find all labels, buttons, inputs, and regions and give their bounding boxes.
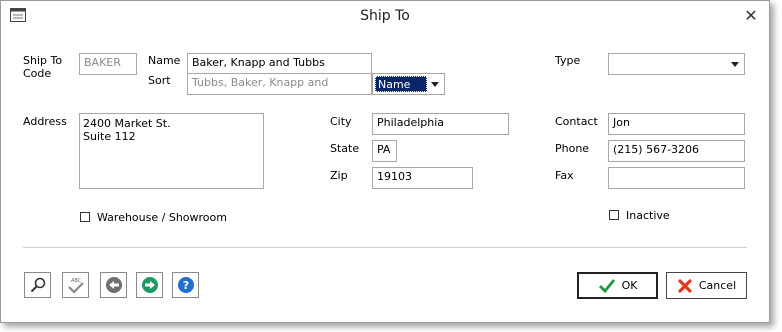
type-select[interactable] bbox=[608, 53, 745, 75]
name-field[interactable]: Baker, Knapp and Tubbs bbox=[187, 53, 372, 75]
magnifier-icon bbox=[30, 277, 45, 293]
state-label: State bbox=[330, 142, 360, 155]
contact-label: Contact bbox=[555, 115, 598, 128]
ship-to-code-label: Ship To Code bbox=[23, 54, 62, 80]
ok-button-label: OK bbox=[621, 279, 638, 292]
ship-to-dialog: Ship To ✕ Ship To Code BAKER Name Baker,… bbox=[0, 0, 770, 323]
svg-text:?: ? bbox=[182, 279, 188, 292]
city-field[interactable]: Philadelphia bbox=[372, 113, 509, 135]
cancel-button[interactable]: Cancel bbox=[666, 272, 747, 299]
state-field[interactable]: PA bbox=[372, 140, 397, 162]
window-title: Ship To bbox=[360, 8, 410, 24]
chevron-down-icon bbox=[431, 82, 439, 87]
sort-label: Sort bbox=[148, 74, 171, 87]
help-icon: ? bbox=[177, 277, 194, 293]
previous-button[interactable] bbox=[100, 272, 127, 298]
title-bar: Ship To ✕ bbox=[1, 1, 769, 31]
red-x-icon bbox=[678, 278, 692, 293]
ship-to-code-label-line2: Code bbox=[23, 67, 52, 80]
back-icon bbox=[105, 277, 122, 293]
close-icon[interactable]: ✕ bbox=[741, 6, 761, 26]
find-button[interactable] bbox=[24, 272, 51, 298]
inactive-label: Inactive bbox=[626, 209, 670, 222]
zip-field[interactable]: 19103 bbox=[372, 167, 473, 189]
forward-icon bbox=[141, 277, 158, 293]
checkmark-icon bbox=[598, 278, 615, 293]
city-label: City bbox=[330, 115, 352, 128]
ship-to-code-label-line1: Ship To bbox=[23, 54, 63, 67]
phone-field[interactable]: (215) 567-3206 bbox=[608, 140, 745, 162]
address-label: Address bbox=[23, 115, 67, 128]
divider bbox=[23, 247, 747, 248]
warehouse-label: Warehouse / Showroom bbox=[97, 211, 227, 224]
address-line2: Suite 112 bbox=[83, 130, 136, 143]
help-button[interactable]: ? bbox=[172, 272, 199, 298]
phone-label: Phone bbox=[555, 142, 590, 155]
svg-text:ABC: ABC bbox=[71, 278, 82, 284]
type-label: Type bbox=[555, 54, 581, 67]
spellcheck-button[interactable]: ABC bbox=[62, 272, 89, 298]
sort-mode-value: Name bbox=[375, 76, 427, 92]
sort-mode-select[interactable]: Name bbox=[372, 73, 445, 95]
next-button[interactable] bbox=[136, 272, 163, 298]
inactive-checkbox[interactable] bbox=[609, 210, 619, 220]
zip-label: Zip bbox=[330, 169, 348, 182]
address-line1: 2400 Market St. bbox=[83, 117, 171, 130]
fax-label: Fax bbox=[555, 169, 574, 182]
cancel-button-label: Cancel bbox=[698, 279, 737, 292]
contact-field[interactable]: Jon bbox=[608, 113, 745, 135]
address-field[interactable]: 2400 Market St. Suite 112 bbox=[79, 113, 264, 189]
sort-field[interactable]: Tubbs, Baker, Knapp and bbox=[187, 73, 372, 95]
chevron-down-icon bbox=[731, 62, 739, 67]
name-label: Name bbox=[148, 54, 181, 67]
spellcheck-icon: ABC bbox=[67, 278, 84, 294]
ok-button[interactable]: OK bbox=[577, 272, 658, 299]
warehouse-checkbox[interactable] bbox=[80, 212, 90, 222]
ship-to-code-field[interactable]: BAKER bbox=[79, 53, 137, 75]
fax-field[interactable] bbox=[608, 167, 745, 189]
